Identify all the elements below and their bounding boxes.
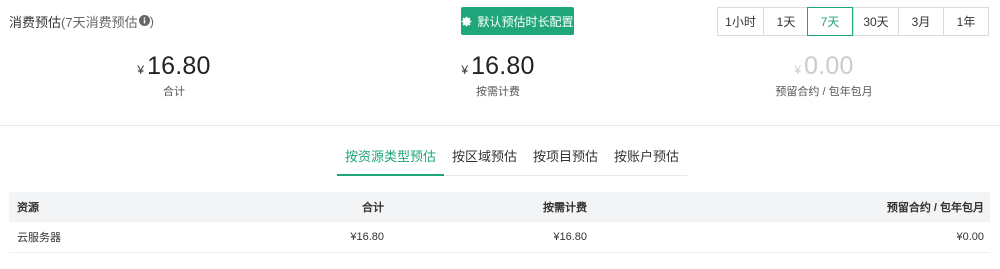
col-total: 合计 xyxy=(362,202,384,214)
on-demand-value: 16.80 xyxy=(471,52,535,80)
col-reserved: 预留合约 / 包年包月 xyxy=(886,202,984,214)
range-30d[interactable]: 30天 xyxy=(853,8,898,35)
total-stat: ¥16.80 合计 xyxy=(114,52,234,99)
reserved-stat: ¥0.00 预留合约 / 包年包月 xyxy=(754,52,894,99)
table-header: 资源 合计 按需计费 预留合约 / 包年包月 xyxy=(9,192,990,222)
currency-symbol: ¥ xyxy=(137,63,145,77)
col-on-demand: 按需计费 xyxy=(543,202,587,214)
cell-resource: 云服务器 xyxy=(17,232,61,244)
total-value: 16.80 xyxy=(147,52,211,80)
cell-total: ¥16.80 xyxy=(350,231,384,243)
range-1h[interactable]: 1小时 xyxy=(718,8,763,35)
title-main: 消费预估 xyxy=(9,15,62,30)
range-1d[interactable]: 1天 xyxy=(763,8,808,35)
on-demand-label: 按需计费 xyxy=(476,86,520,98)
tab-by-account[interactable]: 按账户预估 xyxy=(606,140,687,175)
cell-reserved: ¥0.00 xyxy=(956,231,984,243)
section-divider xyxy=(0,125,1000,126)
range-1y[interactable]: 1年 xyxy=(943,8,988,35)
col-resource: 资源 xyxy=(17,202,39,214)
info-icon[interactable] xyxy=(138,14,150,29)
estimate-tabs: 按资源类型预估 按区域预估 按项目预估 按账户预估 xyxy=(337,140,688,176)
time-range-selector: 1小时 1天 7天 30天 3月 1年 xyxy=(717,7,989,36)
table-row: 云服务器 ¥16.80 ¥16.80 ¥0.00 xyxy=(9,222,990,253)
gear-icon xyxy=(461,16,472,27)
currency-symbol: ¥ xyxy=(461,63,469,77)
total-label: 合计 xyxy=(163,86,185,98)
range-7d[interactable]: 7天 xyxy=(807,7,853,36)
cell-on-demand: ¥16.80 xyxy=(553,231,587,243)
reserved-value: 0.00 xyxy=(804,52,854,80)
default-estimate-config-button[interactable]: 默认预估时长配置 xyxy=(461,7,574,35)
range-3m[interactable]: 3月 xyxy=(898,8,943,35)
tab-by-region[interactable]: 按区域预估 xyxy=(444,140,525,175)
tab-by-project[interactable]: 按项目预估 xyxy=(525,140,606,175)
on-demand-stat: ¥16.80 按需计费 xyxy=(438,52,558,99)
tab-by-resource-type[interactable]: 按资源类型预估 xyxy=(337,140,445,176)
reserved-label: 预留合约 / 包年包月 xyxy=(775,86,873,98)
config-button-label: 默认预估时长配置 xyxy=(477,14,574,29)
estimate-table: 资源 合计 按需计费 预留合约 / 包年包月 云服务器 ¥16.80 ¥16.8… xyxy=(9,192,990,253)
currency-symbol: ¥ xyxy=(794,63,802,77)
page-title: 消费预估 (7天消费预估) xyxy=(9,14,154,30)
title-sub: (7天消费预估 xyxy=(61,15,138,30)
